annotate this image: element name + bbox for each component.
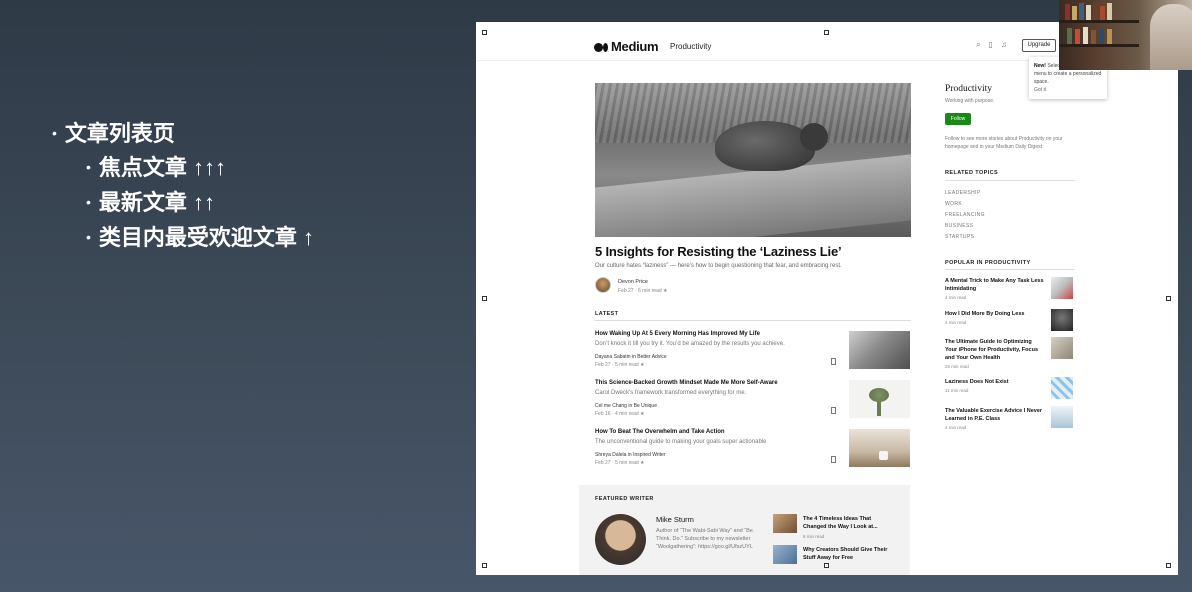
- logo-text: Medium: [611, 39, 659, 54]
- hero-title[interactable]: 5 Insights for Resisting the ‘Laziness L…: [595, 244, 842, 259]
- post-thumbnail[interactable]: [849, 380, 910, 418]
- popular-title[interactable]: A Mental Trick to Make Any Task Less Int…: [945, 277, 1045, 293]
- topic-link[interactable]: BUSINESS: [945, 223, 974, 229]
- popular-meta: 4 min read: [945, 295, 967, 300]
- latest-divider: [595, 320, 911, 321]
- featured-article-meta: 6 min read: [803, 534, 825, 539]
- hero-image[interactable]: [595, 83, 911, 237]
- popular-thumbnail[interactable]: [1051, 337, 1073, 359]
- popular-title[interactable]: The Ultimate Guide to Optimizing Your iP…: [945, 338, 1045, 362]
- post-thumbnail[interactable]: [849, 331, 910, 369]
- selection-handle[interactable]: [482, 563, 487, 568]
- follow-button[interactable]: Follow: [945, 113, 971, 125]
- topic-link[interactable]: WORK: [945, 201, 962, 207]
- writer-bio: Author of “The Wabi-Sabi Way” and “Be. T…: [656, 528, 755, 550]
- selection-handle[interactable]: [482, 296, 487, 301]
- outline-text: 类目内最受欢迎文章 ↑: [98, 225, 315, 250]
- post-subtitle[interactable]: Carol Dweck’s framework transformed ever…: [595, 390, 746, 396]
- search-icon[interactable]: ⌕: [976, 40, 980, 49]
- topic-link[interactable]: FREELANCING: [945, 212, 985, 218]
- selection-handle[interactable]: [1166, 296, 1171, 301]
- article-thumbnail[interactable]: [773, 514, 797, 533]
- selection-handle[interactable]: [824, 30, 829, 35]
- popular-divider: [945, 269, 1075, 270]
- latest-label: LATEST: [595, 311, 619, 317]
- sidebar-title: Productivity: [945, 84, 992, 94]
- popular-title[interactable]: Laziness Does Not Exist: [945, 378, 1045, 386]
- related-topics-label: RELATED TOPICS: [945, 170, 999, 176]
- popular-title[interactable]: The Valuable Exercise Advice I Never Lea…: [945, 407, 1045, 423]
- hero-subtitle[interactable]: Our culture hates “laziness” — here’s ho…: [595, 263, 842, 269]
- writer-name[interactable]: Mike Sturm: [656, 515, 694, 524]
- post-author[interactable]: Shreya Dalela in Inspired Writer: [595, 452, 666, 458]
- popular-meta: 4 min read: [945, 425, 967, 430]
- selection-handle[interactable]: [824, 563, 829, 568]
- outline-item-level2: • 类目内最受欢迎文章 ↑: [86, 225, 315, 250]
- featured-label: FEATURED WRITER: [595, 496, 654, 502]
- bookmarks-icon[interactable]: ▯: [988, 40, 992, 49]
- outline-item-level2: • 焦点文章 ↑↑↑: [86, 155, 227, 180]
- popular-thumbnail[interactable]: [1051, 309, 1073, 331]
- post-subtitle[interactable]: Don’t knock it till you try it. You’d be…: [595, 341, 785, 347]
- featured-article-title[interactable]: The 4 Timeless Ideas That Changed the Wa…: [803, 515, 893, 531]
- topic-link[interactable]: LEADERSHIP: [945, 190, 981, 196]
- post-author[interactable]: Cel me Chang in Be Unique: [595, 403, 657, 409]
- bookmark-icon[interactable]: [831, 456, 836, 463]
- outline-item-level1: • 文章列表页: [52, 121, 175, 146]
- popular-thumbnail[interactable]: [1051, 377, 1073, 399]
- slide-outline: • 文章列表页 • 焦点文章 ↑↑↑ • 最新文章 ↑↑ • 类目内最受欢迎文章 ↑: [52, 116, 314, 255]
- article-thumbnail[interactable]: [773, 545, 797, 564]
- author-avatar[interactable]: [595, 277, 611, 293]
- post-title[interactable]: This Science-Backed Growth Mindset Made …: [595, 380, 778, 386]
- hero-meta: Feb 27 · 6 min read ★: [618, 288, 668, 294]
- post-author[interactable]: Dayana Sabatin in Better Advice: [595, 354, 667, 360]
- post-meta: Feb 27 · 5 min read ★: [595, 460, 645, 466]
- webcam-overlay: [1059, 0, 1192, 70]
- post-title[interactable]: How Waking Up At 5 Every Morning Has Imp…: [595, 331, 760, 337]
- hero-author[interactable]: Devon Price: [618, 279, 648, 285]
- related-divider: [945, 180, 1075, 181]
- bell-icon[interactable]: ♫: [1001, 40, 1007, 49]
- publication-name[interactable]: Productivity: [670, 42, 711, 51]
- popular-thumbnail[interactable]: [1051, 277, 1073, 299]
- bookmark-icon[interactable]: [831, 407, 836, 414]
- presenter: [1150, 4, 1192, 70]
- popular-meta: 11 min read: [945, 388, 969, 393]
- got-it-link[interactable]: Got it: [1034, 87, 1046, 93]
- outline-item-level2: • 最新文章 ↑↑: [86, 190, 216, 215]
- medium-page-screenshot[interactable]: Medium Productivity ⌕ ▯ ♫ Upgrade New! Sel…: [476, 22, 1178, 575]
- medium-logo[interactable]: Medium: [594, 39, 659, 54]
- post-title[interactable]: How To Beat The Overwhelm and Take Actio…: [595, 429, 725, 435]
- popular-label: POPULAR IN PRODUCTIVITY: [945, 260, 1031, 266]
- selection-handle[interactable]: [1166, 563, 1171, 568]
- popular-title[interactable]: How I Did More By Doing Less: [945, 310, 1045, 318]
- header-icons: ⌕ ▯ ♫: [976, 40, 1015, 50]
- featured-article-title[interactable]: Why Creators Should Give Their Stuff Awa…: [803, 546, 893, 562]
- post-thumbnail[interactable]: [849, 429, 910, 467]
- writer-photo[interactable]: [595, 514, 646, 565]
- post-meta: Feb 27 · 5 min read ★: [595, 362, 645, 368]
- popular-meta: 4 min read: [945, 320, 967, 325]
- post-subtitle[interactable]: The unconventional guide to making your …: [595, 439, 766, 445]
- popular-meta: 25 min read: [945, 364, 969, 369]
- bookmark-icon[interactable]: [831, 358, 836, 365]
- tooltip-bold: New!: [1034, 63, 1046, 69]
- sidebar-tagline: Working with purpose.: [945, 98, 995, 104]
- selection-handle[interactable]: [482, 30, 487, 35]
- topic-link[interactable]: STARTUPS: [945, 234, 974, 240]
- outline-text: 文章列表页: [64, 121, 175, 146]
- sidebar-description: Follow to see more stories about Product…: [945, 136, 1063, 150]
- upgrade-button[interactable]: Upgrade: [1022, 39, 1056, 52]
- outline-text: 焦点文章 ↑↑↑: [98, 155, 227, 180]
- outline-text: 最新文章 ↑↑: [98, 190, 216, 215]
- post-meta: Feb 16 · 4 min read ★: [595, 411, 645, 417]
- popular-thumbnail[interactable]: [1051, 406, 1073, 428]
